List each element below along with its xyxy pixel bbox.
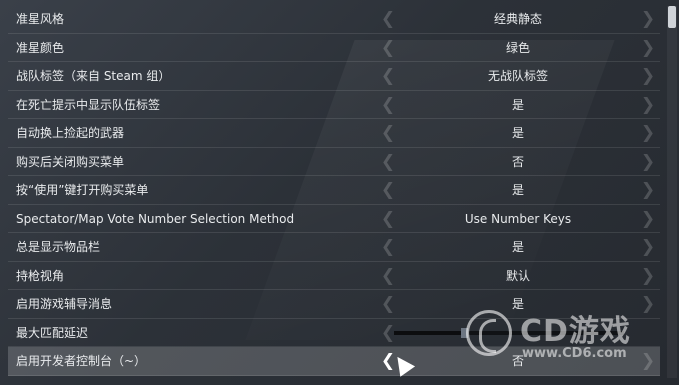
chevron-left-icon[interactable]: ❮ [380, 290, 396, 318]
chevron-left-icon[interactable]: ❮ [380, 91, 396, 119]
chevron-right-icon[interactable]: ❯ [640, 290, 656, 318]
setting-label: 按“使用”键打开购买菜单 [16, 183, 149, 197]
setting-value: 默认 [505, 268, 530, 283]
setting-row-crosshair-color[interactable]: 准星颜色 ❮ 绿色 ❯ [8, 34, 660, 62]
chevron-right-icon[interactable]: ❯ [640, 205, 656, 233]
chevron-right-icon[interactable]: ❯ [640, 262, 656, 290]
chevron-left-icon[interactable]: ❮ [380, 148, 396, 176]
setting-row-use-key-buy-menu[interactable]: 按“使用”键打开购买菜单 ❮ 是 ❯ [8, 176, 660, 205]
setting-label: 最大匹配延迟 [16, 325, 89, 340]
chevron-left-icon[interactable]: ❮ [380, 5, 396, 33]
setting-row-clan-tag[interactable]: 战队标签（来自 Steam 组） ❮ 无战队标签 ❯ [8, 62, 660, 91]
setting-label: 准星颜色 [16, 40, 65, 55]
scrollbar-thumb[interactable] [668, 6, 676, 28]
setting-label: 战队标签（来自 Steam 组） [16, 69, 171, 83]
chevron-left-icon[interactable]: ❮ [380, 62, 396, 90]
setting-value: 否 [511, 154, 524, 169]
chevron-right-icon[interactable]: ❯ [640, 34, 656, 62]
chevron-right-icon[interactable]: ❯ [640, 176, 656, 204]
setting-value: 是 [511, 97, 524, 112]
setting-label: 准星风格 [16, 12, 65, 26]
setting-value: 是 [511, 126, 524, 140]
setting-label: 总是显示物品栏 [16, 240, 101, 254]
chevron-right-icon[interactable]: ❯ [640, 5, 656, 33]
setting-row-max-matchmaking-ping: 最大匹配延迟 ❮ [8, 319, 660, 347]
setting-row-game-instructor[interactable]: 启用游戏辅导消息 ❮ 是 ❯ [8, 290, 660, 319]
setting-row-death-notice-tag[interactable]: 在死亡提示中显示队伍标签 ❮ 是 ❯ [8, 91, 660, 119]
setting-row-always-show-inventory[interactable]: 总是显示物品栏 ❮ 是 ❯ [8, 233, 660, 262]
chevron-right-icon[interactable]: ❯ [640, 91, 656, 119]
setting-row-crosshair-style[interactable]: 准星风格 ❮ 经典静态 ❯ [8, 5, 660, 34]
setting-value: 绿色 [505, 40, 530, 55]
chevron-right-icon[interactable]: ❯ [640, 233, 656, 261]
setting-value: 是 [511, 297, 524, 311]
setting-value: Use Number Keys [464, 211, 572, 226]
setting-label: Spectator/Map Vote Number Selection Meth… [16, 211, 295, 226]
chevron-left-icon[interactable]: ❮ [380, 176, 396, 204]
setting-label: 购买后关闭购买菜单 [16, 154, 125, 169]
setting-label: 在死亡提示中显示队伍标签 [16, 97, 161, 112]
chevron-left-icon[interactable]: ❮ [380, 262, 396, 290]
chevron-left-icon[interactable]: ❮ [380, 205, 396, 233]
setting-row-auto-switch-weapon[interactable]: 自动换上捡起的武器 ❮ 是 ❯ [8, 119, 660, 148]
scrollbar[interactable] [667, 6, 677, 378]
setting-value: 无战队标签 [487, 69, 548, 83]
chevron-right-icon[interactable]: ❯ [640, 148, 656, 176]
setting-value: 是 [511, 183, 524, 197]
ping-slider[interactable] [394, 327, 624, 338]
setting-row-viewmodel[interactable]: 持枪视角 ❮ 默认 ❯ [8, 262, 660, 290]
chevron-right-icon[interactable]: ❯ [640, 62, 656, 90]
setting-value: 是 [511, 240, 524, 254]
chevron-left-icon[interactable]: ❮ [380, 34, 396, 62]
setting-label: 启用游戏辅导消息 [16, 297, 113, 311]
chevron-right-icon[interactable]: ❯ [640, 347, 656, 375]
setting-row-developer-console[interactable]: 启用开发者控制台（~） ❮ 否 ❯ [8, 347, 660, 376]
settings-list: 准星风格 ❮ 经典静态 ❯ 准星颜色 ❮ 绿色 ❯ 战队标签（来自 Steam … [8, 5, 660, 376]
setting-label: 启用开发者控制台（~） [16, 354, 147, 368]
chevron-left-icon[interactable]: ❮ [380, 119, 396, 147]
chevron-right-icon[interactable]: ❯ [640, 119, 656, 147]
setting-value: 否 [511, 354, 524, 368]
setting-label: 持枪视角 [16, 268, 65, 283]
slider-fill [394, 330, 461, 335]
setting-row-close-buy-menu[interactable]: 购买后关闭购买菜单 ❮ 否 ❯ [8, 148, 660, 176]
chevron-left-icon[interactable]: ❮ [380, 233, 396, 261]
slider-handle[interactable] [461, 327, 468, 338]
setting-value: 经典静态 [493, 12, 542, 26]
setting-row-spectator-vote-method[interactable]: Spectator/Map Vote Number Selection Meth… [8, 205, 660, 233]
setting-label: 自动换上捡起的武器 [16, 126, 125, 140]
